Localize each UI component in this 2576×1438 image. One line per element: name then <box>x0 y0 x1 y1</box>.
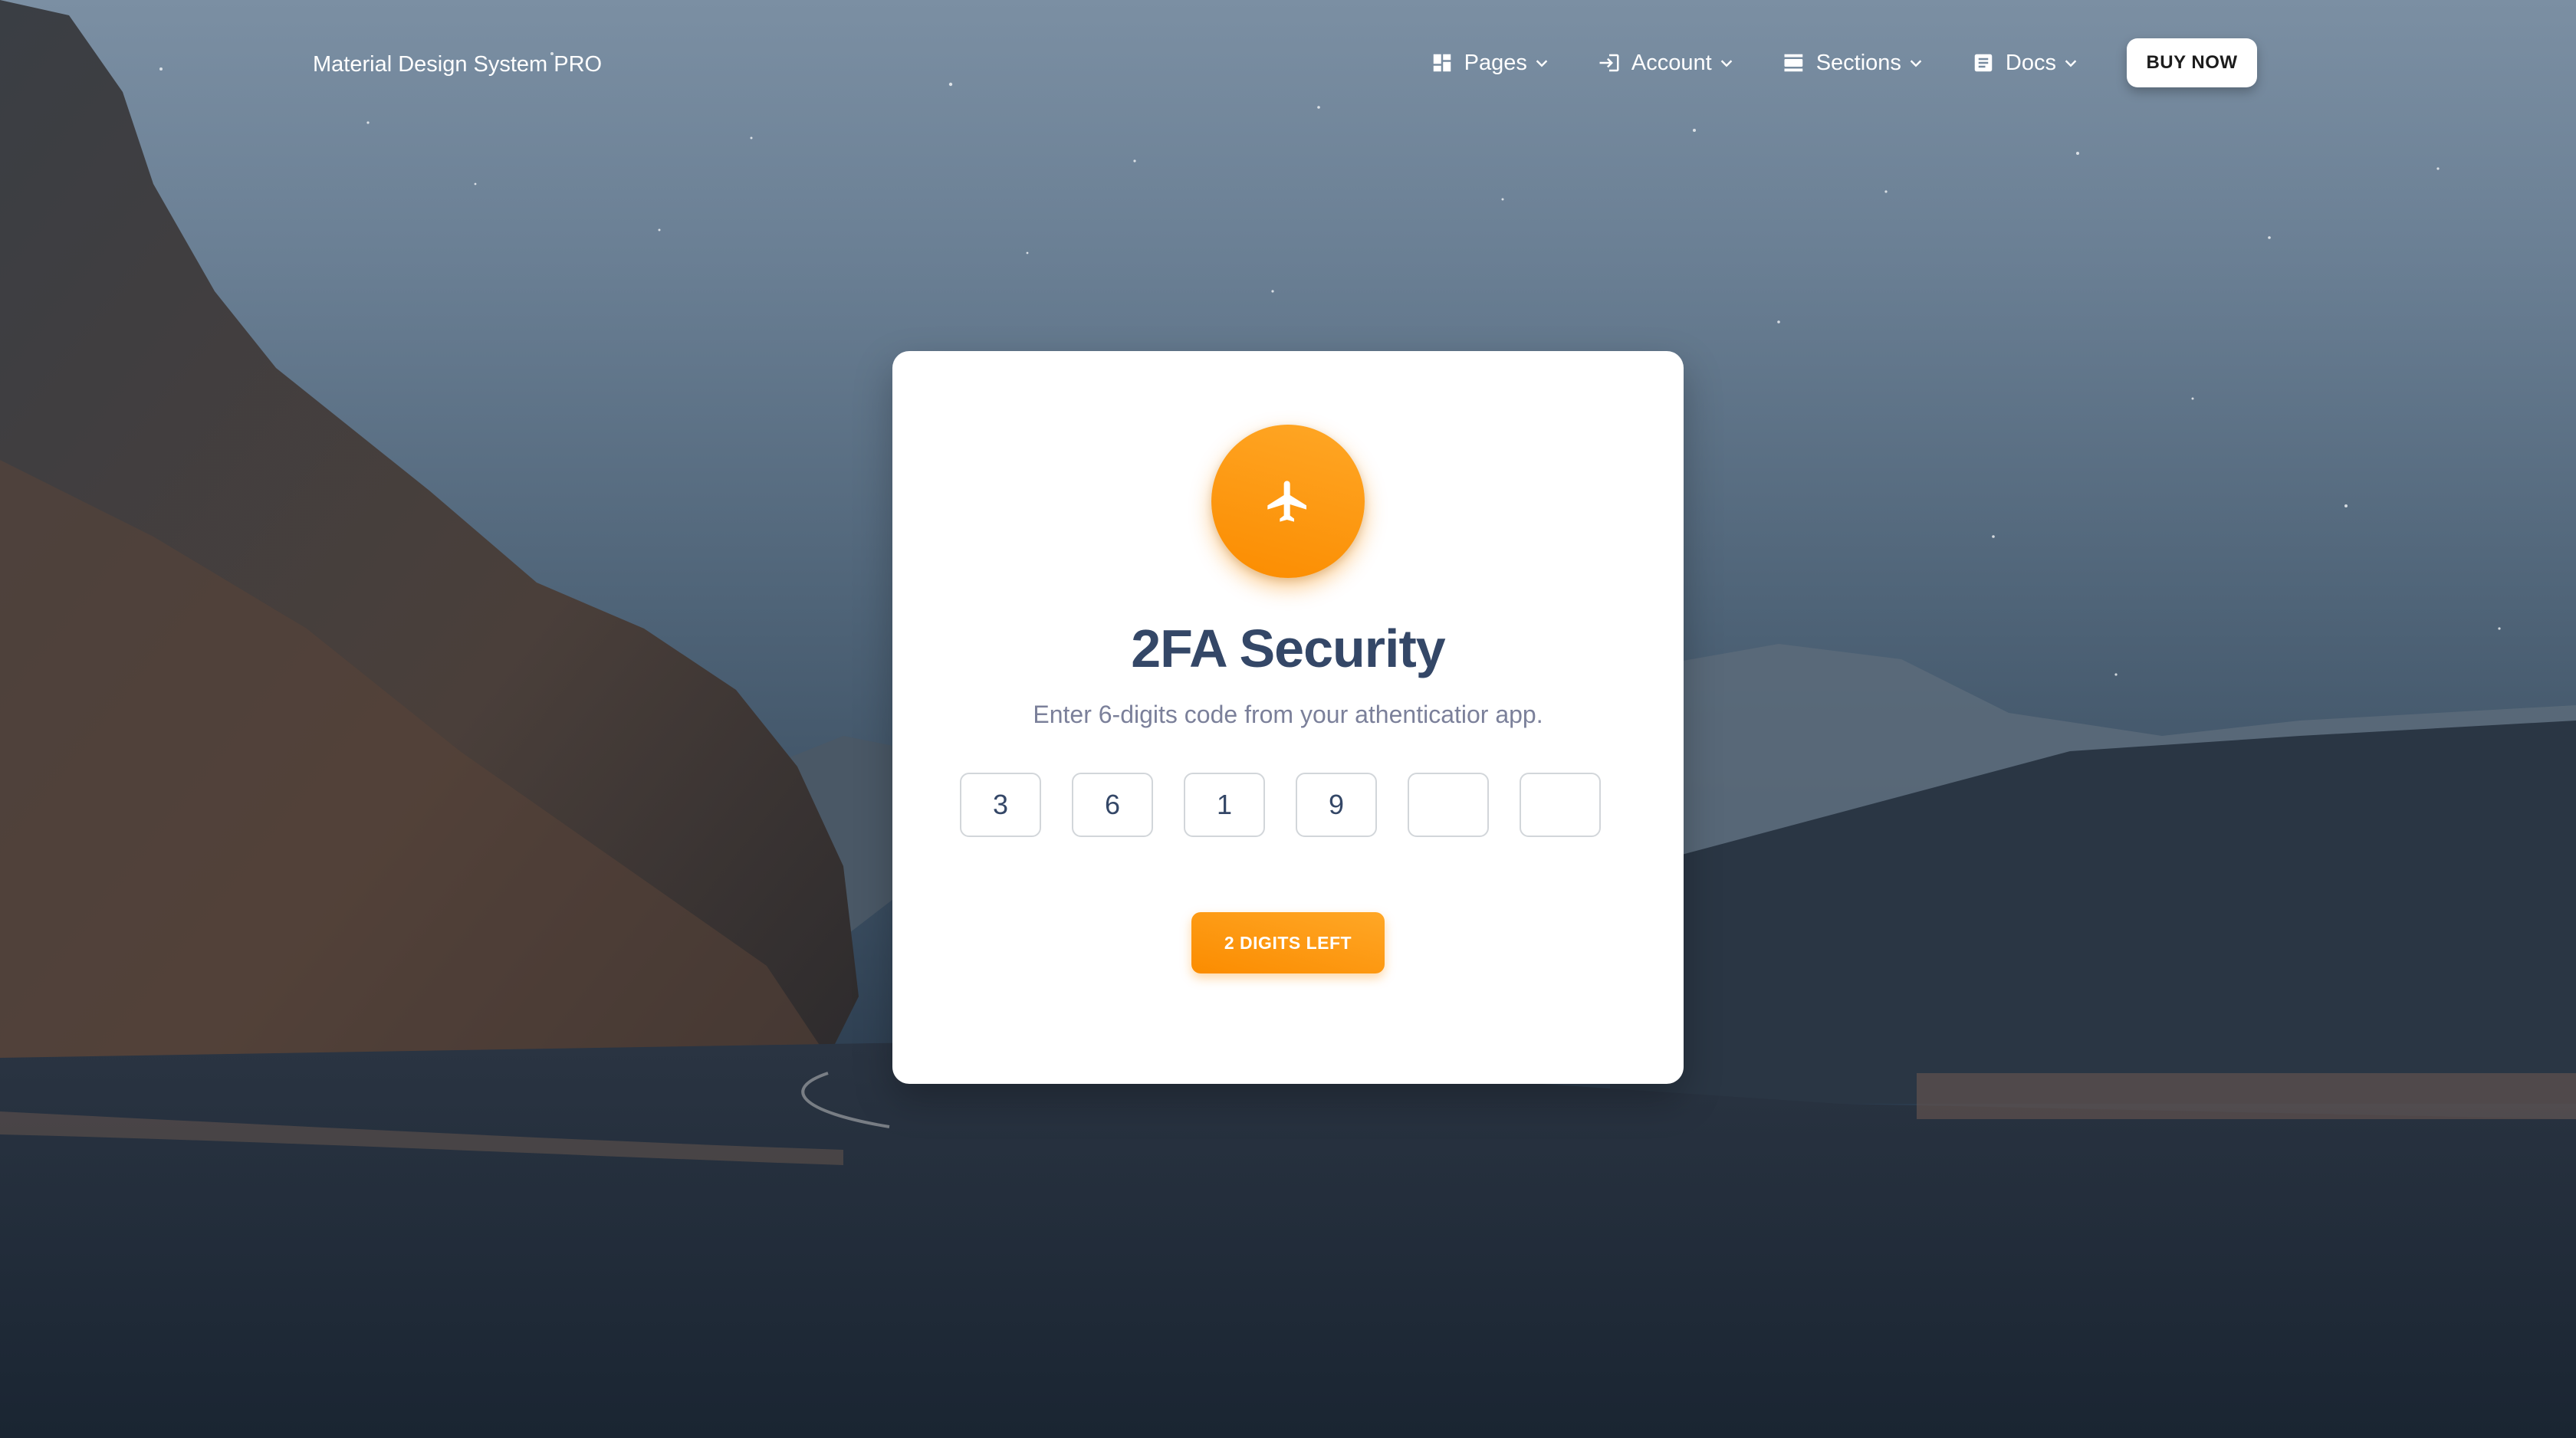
icon-badge <box>1211 425 1365 578</box>
nav-label-docs: Docs <box>2005 51 2056 75</box>
nav-item-sections[interactable]: Sections <box>1783 49 1924 77</box>
brand-link[interactable]: Material Design System PRO <box>313 51 602 78</box>
view-day-icon <box>1784 54 1802 72</box>
two-factor-card: 2FA Security Enter 6-digits code from yo… <box>892 351 1684 1084</box>
login-icon <box>1599 54 1619 72</box>
page: Material Design System PRO Pages Account… <box>0 0 2576 1438</box>
nav-label-account: Account <box>1631 51 1712 75</box>
code-digit-6[interactable] <box>1520 773 1601 837</box>
code-digit-3[interactable] <box>1184 773 1265 837</box>
nav-item-docs[interactable]: Docs <box>1972 49 2079 77</box>
code-digit-2[interactable] <box>1072 773 1153 837</box>
code-inputs <box>960 773 1601 837</box>
nav-item-account[interactable]: Account <box>1598 49 1735 77</box>
main-nav: Pages Account Sections Docs BUY NOW <box>1431 38 2257 87</box>
digits-left-button[interactable]: 2 DIGITS LEFT <box>1191 912 1385 973</box>
buy-now-button[interactable]: BUY NOW <box>2127 38 2257 87</box>
chevron-down-icon <box>1536 60 1548 67</box>
code-digit-5[interactable] <box>1408 773 1489 837</box>
chevron-down-icon <box>1910 60 1922 67</box>
nav-item-pages[interactable]: Pages <box>1431 49 1550 77</box>
nav-label-sections: Sections <box>1815 51 1901 75</box>
article-icon <box>1974 54 1993 72</box>
nav-label-pages: Pages <box>1464 51 1527 75</box>
code-digit-4[interactable] <box>1296 773 1377 837</box>
airplane-icon <box>1267 481 1306 522</box>
chevron-down-icon <box>2065 60 2077 67</box>
dashboard-icon <box>1433 54 1451 72</box>
chevron-down-icon <box>1720 60 1732 67</box>
card-subtitle: Enter 6-digits code from your athenticat… <box>1033 701 1543 728</box>
card-title: 2FA Security <box>1131 619 1445 678</box>
code-digit-1[interactable] <box>960 773 1041 837</box>
